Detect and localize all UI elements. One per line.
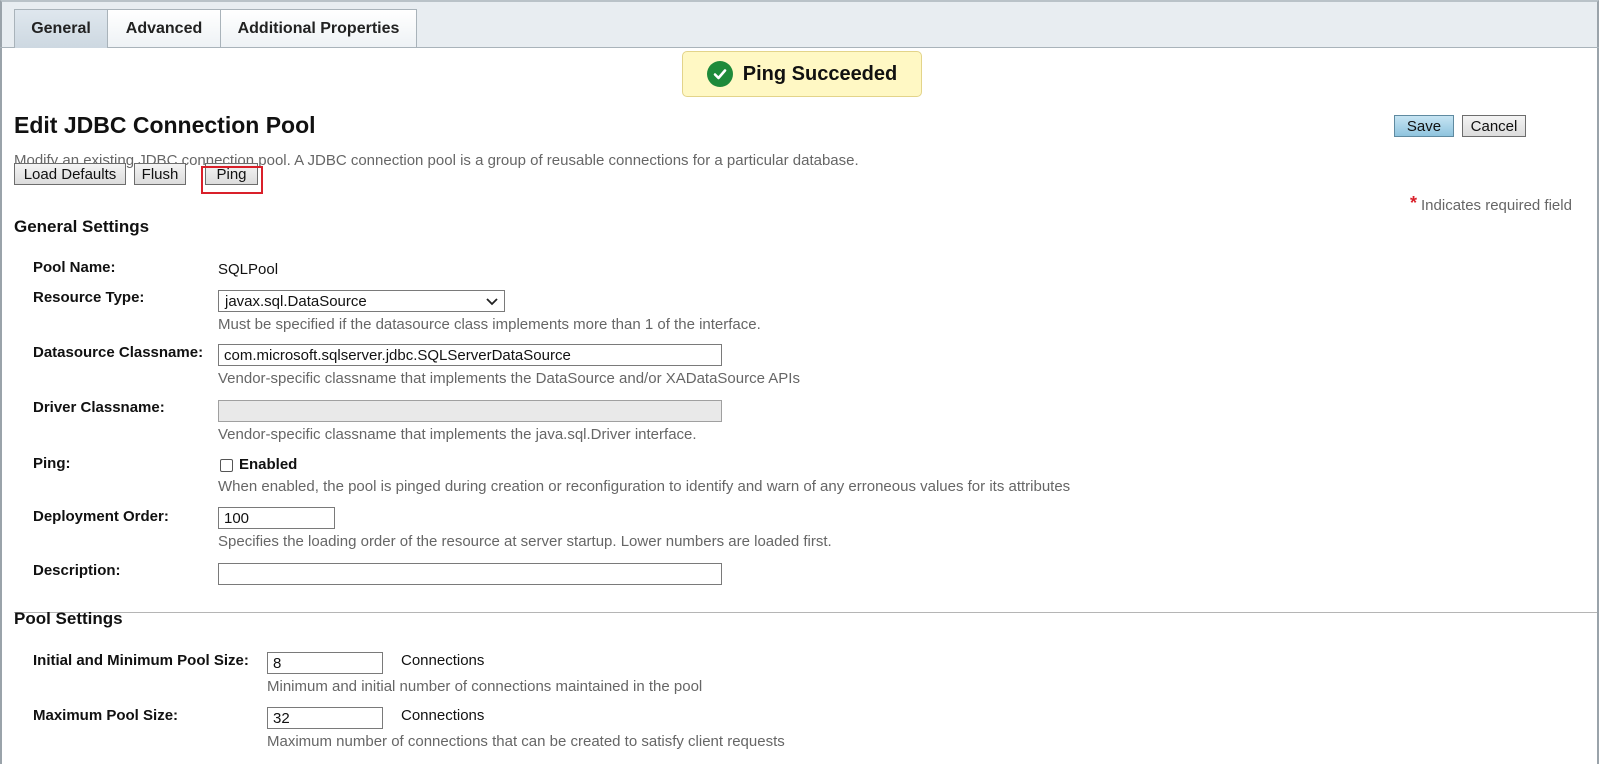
deployment-order-input[interactable] [218,507,335,529]
ping-enabled-checkbox[interactable] [220,459,233,472]
datasource-classname-label: Datasource Classname: [33,344,204,361]
load-defaults-button[interactable]: Load Defaults [14,163,126,185]
initial-min-pool-size-unit: Connections [401,652,485,669]
cancel-button[interactable]: Cancel [1462,115,1526,137]
driver-classname-help: Vendor-specific classname that implement… [218,426,697,443]
max-pool-size-help: Maximum number of connections that can b… [267,733,785,750]
initial-min-pool-size-label: Initial and Minimum Pool Size: [33,652,249,669]
required-star: * [1410,193,1418,213]
datasource-classname-help: Vendor-specific classname that implement… [218,370,800,387]
description-label: Description: [33,562,121,579]
general-settings-title: General Settings [14,217,150,236]
max-pool-size-input[interactable] [267,707,383,729]
tab-additional-properties[interactable]: Additional Properties [220,9,417,47]
datasource-classname-input[interactable] [218,344,722,366]
page-title: Edit JDBC Connection Pool [14,112,316,138]
max-pool-size-unit: Connections [401,707,485,724]
deployment-order-help: Specifies the loading order of the resou… [218,533,832,550]
flush-button[interactable]: Flush [134,163,186,185]
initial-min-pool-size-input[interactable] [267,652,383,674]
required-field-note: * Indicates required field [1410,193,1572,214]
save-button[interactable]: Save [1394,115,1454,137]
driver-classname-input [218,400,722,422]
tab-general[interactable]: General [14,9,108,48]
pool-name-value: SQLPool [218,261,279,278]
resource-type-label: Resource Type: [33,289,145,306]
ping-success-banner: Ping Succeeded [682,51,922,97]
ping-help: When enabled, the pool is pinged during … [218,478,1071,495]
ping-enabled-label: Enabled [239,456,298,473]
check-circle-icon [706,61,733,87]
ping-label: Ping: [33,455,71,472]
max-pool-size-label: Maximum Pool Size: [33,707,179,724]
required-field-text: Indicates required field [1421,197,1572,214]
resource-type-select[interactable]: javax.sql.DataSource [218,290,505,312]
section-divider [14,612,1597,613]
pool-name-label: Pool Name: [33,259,116,276]
tab-bar-border [0,47,1599,48]
resource-type-help: Must be specified if the datasource clas… [218,316,761,333]
ping-success-text: Ping Succeeded [742,62,898,85]
left-border [0,48,2,764]
right-border [1597,48,1599,764]
tab-advanced[interactable]: Advanced [107,9,221,47]
pool-settings-title: Pool Settings [14,609,123,628]
deployment-order-label: Deployment Order: [33,508,169,525]
driver-classname-label: Driver Classname: [33,399,165,416]
initial-min-pool-size-help: Minimum and initial number of connection… [267,678,703,695]
ping-button-highlight [201,166,263,194]
resource-type-selected: javax.sql.DataSource [225,292,367,310]
description-input[interactable] [218,563,722,585]
chevron-down-icon [486,293,498,310]
